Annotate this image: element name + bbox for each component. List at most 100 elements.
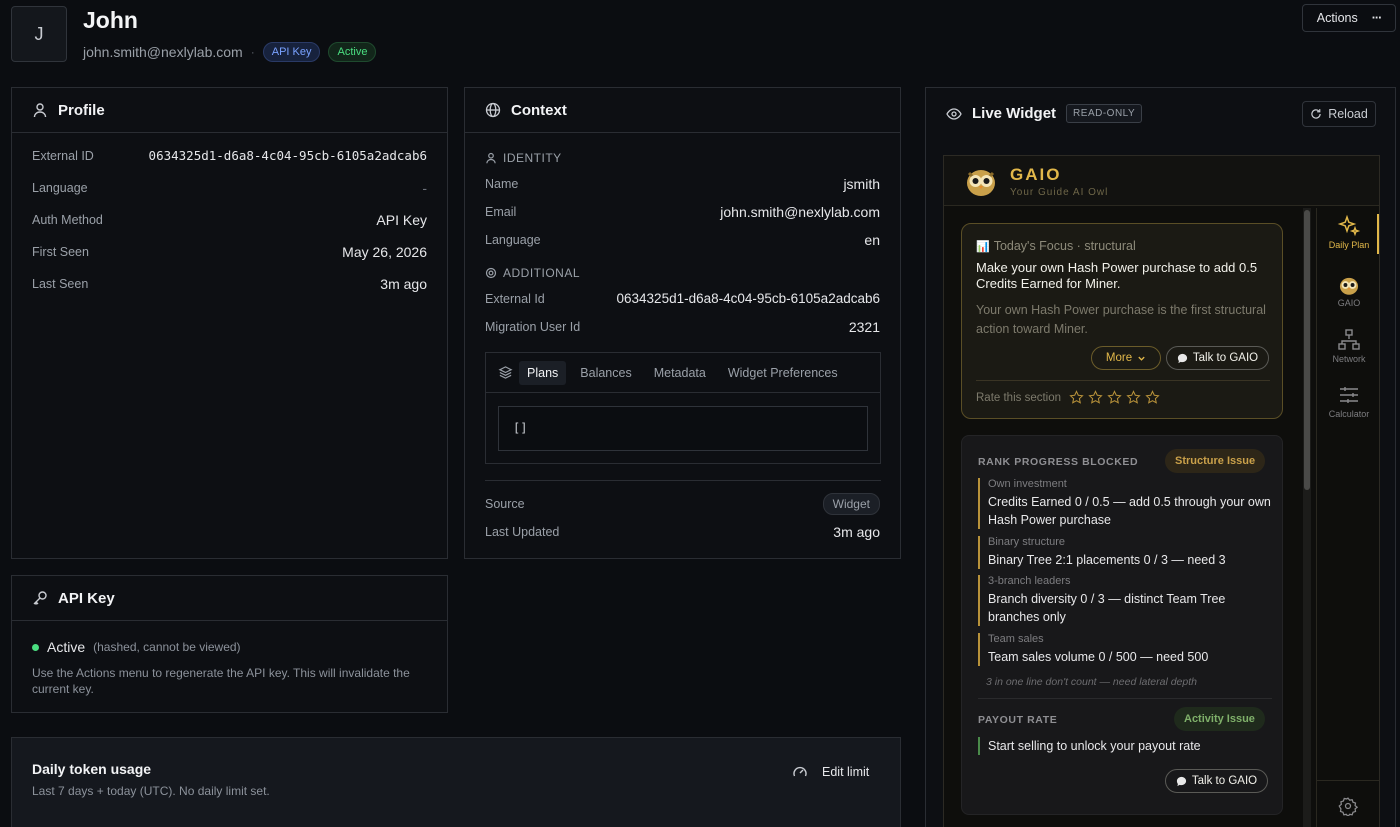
more-icon: ··· — [1371, 11, 1382, 25]
rank-item: Team sales Team sales volume 0 / 500 — n… — [978, 633, 1274, 666]
widget-tagline: Your Guide AI Owl — [1010, 187, 1109, 198]
widget-scrollbar[interactable] — [1303, 208, 1311, 827]
tab-plans[interactable]: Plans — [519, 360, 567, 385]
field-label: Auth Method — [32, 213, 103, 227]
structure-issue-badge: Structure Issue — [1165, 449, 1266, 473]
readonly-badge: READ-ONLY — [1066, 104, 1143, 123]
nav-calculator[interactable]: Calculator — [1318, 383, 1379, 427]
nav-label: GAIO — [1337, 298, 1361, 308]
sparkles-icon — [1337, 214, 1361, 238]
tab-metadata[interactable]: Metadata — [646, 361, 714, 385]
tab-widget-preferences[interactable]: Widget Preferences — [720, 361, 846, 385]
rank-note: 3 in one line don't count — need lateral… — [986, 676, 1197, 688]
activity-issue-badge: Activity Issue — [1174, 707, 1265, 731]
nav-active-indicator — [1377, 214, 1379, 254]
field-label: Email — [485, 205, 517, 219]
avatar: J — [11, 6, 67, 62]
nav-label: Daily Plan — [1328, 240, 1370, 250]
focus-body: Your own Hash Power purchase is the firs… — [976, 303, 1266, 336]
user-email: john.smith@nexlylab.com — [83, 44, 243, 60]
network-icon — [1337, 328, 1361, 352]
talk-label: Talk to GAIO — [1191, 775, 1258, 787]
gauge-icon — [792, 764, 808, 780]
field-value: john.smith@nexlylab.com — [720, 204, 880, 220]
talk-to-gaio-button[interactable]: Talk to GAIO — [1166, 346, 1269, 370]
api-key-status: Active — [47, 639, 86, 655]
usage-subtitle: Last 7 days + today (UTC). No daily limi… — [32, 784, 270, 798]
usage-title: Daily token usage — [32, 761, 152, 777]
json-code-block: [] — [498, 406, 868, 451]
star-icon[interactable] — [1126, 390, 1141, 405]
tab-balances[interactable]: Balances — [572, 361, 639, 385]
talk-to-gaio-button[interactable]: Talk to GAIO — [1165, 769, 1268, 793]
field-value: 3m ago — [380, 276, 427, 292]
edit-limit-button[interactable]: Edit limit — [792, 764, 869, 780]
settings-button[interactable] — [1338, 796, 1358, 816]
layers-icon — [498, 365, 513, 380]
globe-icon — [485, 102, 501, 118]
star-icon[interactable] — [1088, 390, 1103, 405]
actions-button[interactable]: Actions ··· — [1302, 4, 1396, 32]
field-label: External ID — [32, 148, 94, 163]
field-label: External Id — [485, 291, 545, 306]
chat-icon — [1176, 776, 1187, 787]
user-name: John — [83, 7, 138, 33]
api-key-title: API Key — [58, 589, 115, 607]
reload-button[interactable]: Reload — [1302, 101, 1376, 127]
divider — [485, 480, 881, 481]
active-badge: Active — [328, 42, 377, 62]
owl-icon — [1338, 274, 1360, 296]
live-widget-panel: Live Widget READ-ONLY Reload GAIO Your G… — [925, 87, 1396, 827]
reload-label: Reload — [1328, 107, 1368, 121]
rank-item-label: Own investment — [988, 478, 1067, 490]
focus-header: Today's Focus · structural — [993, 239, 1136, 253]
reload-icon — [1310, 108, 1322, 120]
nav-gaio[interactable]: GAIO — [1318, 274, 1379, 318]
rank-item: Binary structure Binary Tree 2:1 placeme… — [978, 536, 1274, 569]
field-label: Language — [32, 181, 88, 195]
rank-item: Own investment Credits Earned 0 / 0.5 — … — [978, 478, 1274, 529]
rank-card: RANK PROGRESS BLOCKED Structure Issue Ow… — [961, 435, 1283, 815]
field-value: 0634325d1-d6a8-4c04-95cb-6105a2adcab6 — [616, 291, 880, 306]
rank-item-text: Team sales volume 0 / 500 — need 500 — [988, 650, 1209, 664]
rank-item-label: Team sales — [988, 633, 1044, 645]
updated-value: 3m ago — [833, 524, 880, 540]
rate-label: Rate this section — [976, 391, 1062, 404]
star-icon[interactable] — [1145, 390, 1160, 405]
separator: · — [250, 45, 255, 59]
profile-panel: Profile External ID 0634325d1-d6a8-4c04-9… — [11, 87, 448, 559]
nav-daily-plan[interactable]: Daily Plan — [1318, 214, 1379, 258]
context-panel: Context IDENTITY Name jsmith Email john.sm… — [464, 87, 901, 559]
rank-item-label: Binary structure — [988, 536, 1066, 548]
chart-icon: 📊 — [976, 240, 990, 253]
updated-label: Last Updated — [485, 525, 560, 539]
payout-title: PAYOUT RATE — [978, 714, 1058, 726]
profile-title: Profile — [58, 101, 105, 119]
rank-item-text: Branch diversity 0 / 3 — distinct Team T… — [988, 592, 1226, 624]
field-value: - — [422, 180, 427, 196]
usage-panel: Daily token usage Last 7 days + today (U… — [11, 737, 901, 827]
nav-network[interactable]: Network — [1318, 328, 1379, 372]
owl-logo-icon — [964, 164, 998, 198]
field-label: Last Seen — [32, 277, 89, 291]
field-value: jsmith — [843, 176, 880, 192]
additional-section-label: ADDITIONAL — [503, 266, 581, 280]
widget-frame: GAIO Your Guide AI Owl 📊 Today's Focus ·… — [943, 155, 1380, 827]
more-button[interactable]: More — [1091, 346, 1161, 370]
rank-item-label: 3-branch leaders — [988, 575, 1071, 587]
field-value: API Key — [376, 212, 427, 228]
chevron-down-icon — [1137, 354, 1146, 363]
field-value: May 26, 2026 — [342, 244, 427, 260]
api-key-badge: API Key — [262, 42, 321, 62]
field-value: en — [864, 232, 880, 248]
context-title: Context — [511, 101, 567, 119]
field-label: First Seen — [32, 245, 89, 259]
user-icon — [485, 152, 497, 164]
user-icon — [32, 102, 48, 118]
star-icon[interactable] — [1107, 390, 1122, 405]
star-icon[interactable] — [1069, 390, 1084, 405]
rank-item-text: Binary Tree 2:1 placements 0 / 3 — need … — [988, 553, 1226, 567]
widget-title: Live Widget — [972, 105, 1057, 122]
field-label: Language — [485, 233, 541, 247]
focus-card: 📊 Today's Focus · structural Make your o… — [961, 223, 1283, 419]
